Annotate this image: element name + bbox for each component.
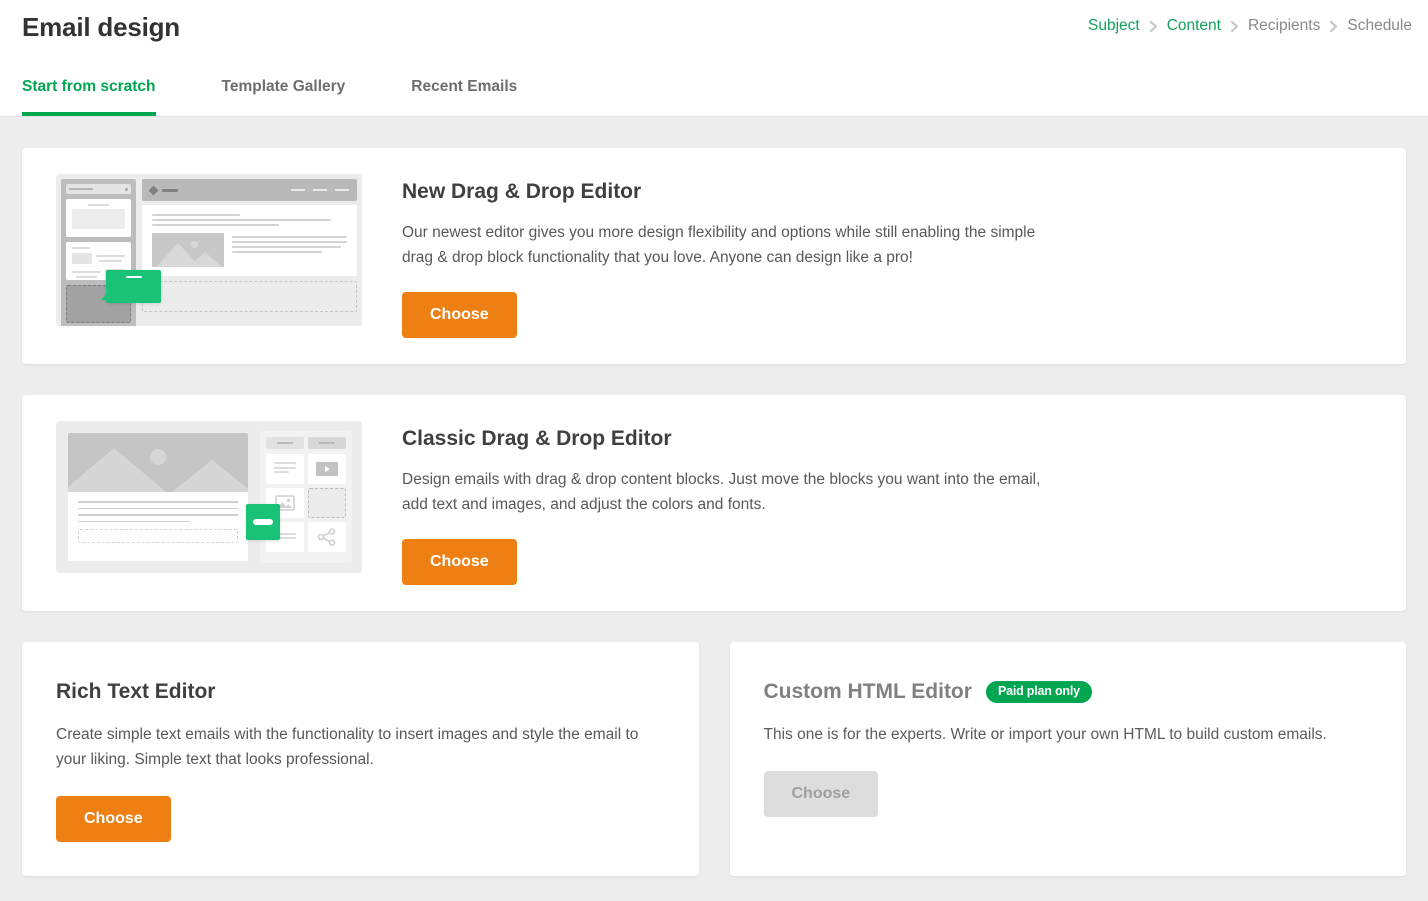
choose-new-drag-drop-editor-button[interactable]: Choose (402, 292, 517, 338)
card-title: Rich Text Editor (56, 680, 216, 703)
card-rich-text-editor[interactable]: Rich Text Editor Create simple text emai… (22, 642, 699, 876)
drag-block-badge-icon (100, 270, 161, 303)
preview-content-block (142, 205, 357, 276)
editor-options-list: New Drag & Drop Editor Our newest editor… (0, 148, 1428, 876)
tab-recent-emails[interactable]: Recent Emails (411, 78, 517, 116)
card-custom-html-editor[interactable]: Custom HTML Editor Paid plan only This o… (729, 642, 1406, 876)
breadcrumb-item-subject[interactable]: Subject (1082, 17, 1146, 35)
page-title: Email design (22, 12, 180, 42)
secondary-editor-options: Rich Text Editor Create simple text emai… (22, 642, 1406, 876)
card-description: Design emails with drag & drop content b… (402, 471, 1041, 513)
tab-start-from-scratch[interactable]: Start from scratch (22, 78, 156, 116)
card-classic-drag-drop-editor[interactable]: Classic Drag & Drop Editor Design emails… (22, 395, 1406, 611)
classic-drag-drop-editor-body: Classic Drag & Drop Editor Design emails… (362, 421, 1406, 585)
card-description: Our newest editor gives you more design … (402, 224, 1036, 266)
tab-bar: Start from scratch Template Gallery Rece… (22, 78, 583, 116)
breadcrumb-item-content[interactable]: Content (1161, 17, 1227, 35)
card-title: New Drag & Drop Editor (402, 180, 642, 203)
drop-zone-placeholder (142, 281, 357, 312)
thumbnail-email-preview (142, 179, 357, 321)
choose-classic-drag-drop-editor-button[interactable]: Choose (402, 539, 517, 585)
new-drag-drop-editor-thumbnail (56, 174, 362, 326)
share-block-icon (308, 522, 346, 552)
card-title-text: Custom HTML Editor (763, 680, 972, 703)
image-placeholder-icon (152, 233, 224, 267)
status-badge-paid-plan-only: Paid plan only (985, 681, 1092, 703)
chevron-right-icon (1146, 20, 1161, 33)
card-new-drag-drop-editor[interactable]: New Drag & Drop Editor Our newest editor… (22, 148, 1406, 364)
page-header: Email design Subject Content Recipients … (0, 0, 1428, 117)
tab-template-gallery[interactable]: Template Gallery (222, 78, 346, 116)
chevron-right-icon (1227, 20, 1242, 33)
card-title: Classic Drag & Drop Editor (402, 427, 672, 450)
thumbnail-email-document (68, 433, 248, 561)
breadcrumb-item-schedule[interactable]: Schedule (1341, 17, 1418, 35)
thumbnail-template-sidebar (61, 179, 136, 326)
empty-block-placeholder (308, 488, 346, 518)
card-title: Custom HTML Editor Paid plan only (764, 680, 1373, 704)
video-block-icon (308, 454, 346, 484)
drag-divider-badge-icon (246, 504, 280, 540)
image-placeholder-icon (68, 433, 248, 492)
template-card (66, 199, 131, 237)
card-description: This one is for the experts. Write or im… (763, 726, 1327, 743)
preview-navbar (142, 179, 357, 201)
choose-rich-text-editor-button[interactable]: Choose (56, 796, 171, 842)
thumbnail-block-palette (260, 431, 352, 563)
new-drag-drop-editor-body: New Drag & Drop Editor Our newest editor… (362, 174, 1406, 338)
breadcrumb: Subject Content Recipients Schedule (1082, 17, 1418, 35)
text-block-icon (266, 454, 304, 484)
drop-zone-placeholder (78, 529, 238, 543)
palette-tabs (266, 437, 346, 449)
classic-drag-drop-editor-thumbnail (56, 421, 362, 573)
choose-custom-html-editor-button[interactable]: Choose (763, 771, 879, 817)
breadcrumb-item-recipients[interactable]: Recipients (1242, 17, 1326, 35)
card-description: Create simple text emails with the funct… (56, 726, 639, 768)
chevron-right-icon (1326, 20, 1341, 33)
dropdown-icon (66, 184, 131, 194)
